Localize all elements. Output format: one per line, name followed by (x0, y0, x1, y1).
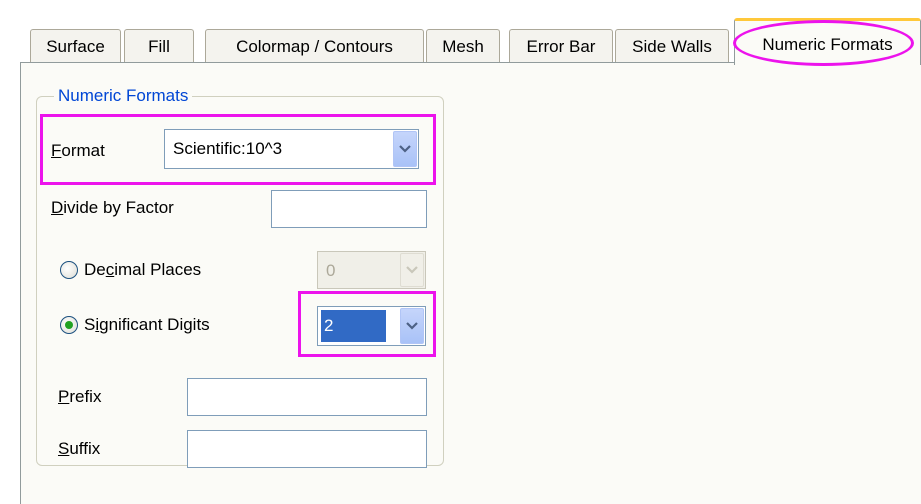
chevron-down-icon (406, 322, 418, 330)
tab-label: Fill (148, 37, 170, 56)
significant-digits-value: 2 (321, 310, 386, 342)
suffix-input[interactable] (187, 430, 427, 468)
format-dropdown[interactable]: Scientific:10^3 (164, 129, 419, 169)
dropdown-button[interactable] (400, 253, 424, 287)
prefix-input[interactable] (187, 378, 427, 416)
chevron-down-icon (406, 266, 418, 274)
dropdown-button[interactable] (393, 131, 417, 167)
decimal-places-label: Decimal Places (84, 260, 202, 279)
decimal-places-dropdown[interactable]: 0 (317, 251, 426, 289)
tab-strip: Surface Fill Colormap / Contours Mesh Er… (0, 0, 921, 66)
format-label: Format (51, 141, 105, 160)
decimal-places-radio[interactable] (60, 261, 78, 279)
tab-colormap-contours[interactable]: Colormap / Contours (205, 29, 424, 62)
tab-error-bar[interactable]: Error Bar (509, 29, 613, 62)
tab-side-walls[interactable]: Side Walls (615, 29, 729, 62)
decimal-places-value: 0 (326, 261, 336, 280)
significant-digits-radio[interactable] (60, 316, 78, 334)
tab-label: Error Bar (526, 37, 596, 56)
tab-mesh[interactable]: Mesh (426, 29, 500, 62)
chevron-down-icon (399, 145, 411, 153)
radio-selected-dot (65, 321, 73, 329)
significant-digits-dropdown[interactable]: 2 (317, 306, 426, 346)
tab-label: Mesh (442, 37, 484, 56)
tab-numeric-formats[interactable]: Numeric Formats (734, 18, 921, 65)
tab-label: Surface (46, 37, 105, 56)
format-value: Scientific:10^3 (173, 139, 283, 158)
divide-by-factor-input[interactable] (271, 190, 427, 228)
tab-surface[interactable]: Surface (30, 29, 121, 62)
tab-label: Side Walls (632, 37, 712, 56)
tab-fill[interactable]: Fill (124, 29, 194, 62)
significant-digits-label: Significant Digits (84, 315, 210, 334)
tab-label: Colormap / Contours (236, 37, 393, 56)
group-title: Numeric Formats (54, 85, 193, 107)
tab-label: Numeric Formats (762, 35, 893, 54)
suffix-label: Suffix (58, 439, 101, 458)
divide-by-factor-label: Divide by Factor (51, 198, 174, 217)
dropdown-button[interactable] (400, 308, 424, 344)
prefix-label: Prefix (58, 387, 102, 406)
